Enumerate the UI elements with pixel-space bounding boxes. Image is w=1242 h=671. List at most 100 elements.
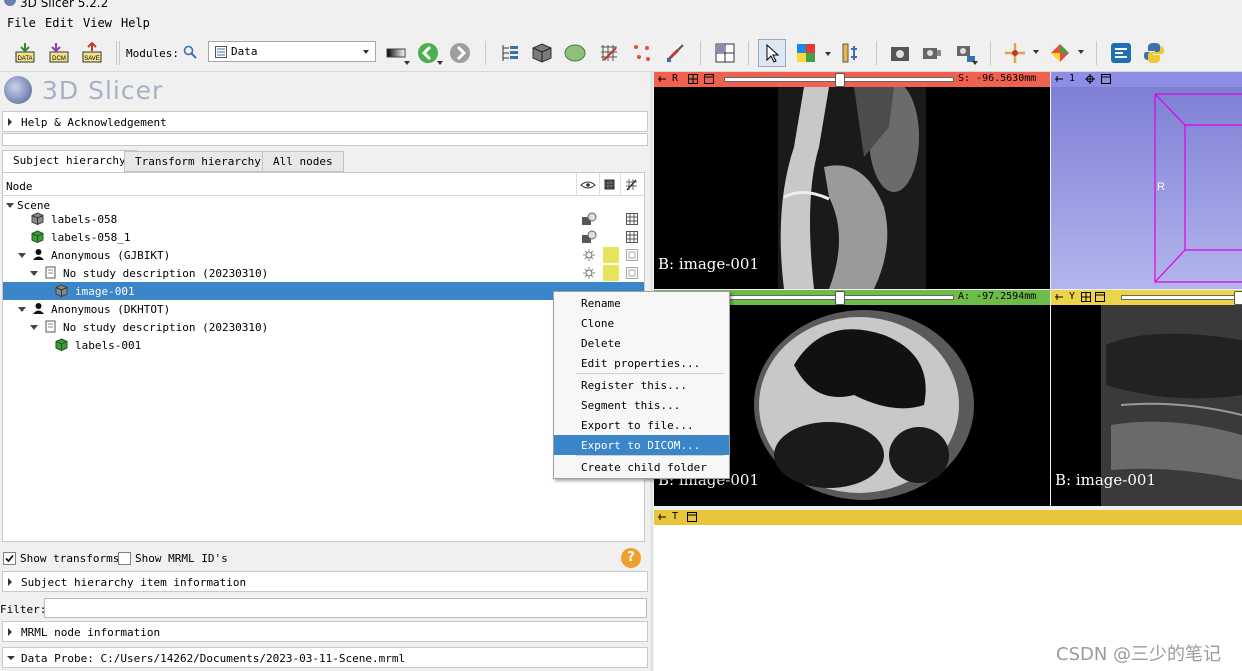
chevron-down-icon[interactable] bbox=[1078, 50, 1084, 54]
node-column-header[interactable]: Node bbox=[6, 180, 33, 193]
module-selector[interactable]: Data bbox=[208, 41, 376, 62]
show-transforms-checkbox[interactable] bbox=[3, 552, 16, 565]
expand-arrow-icon[interactable] bbox=[18, 253, 26, 258]
tab-subject-hierarchy[interactable]: Subject hierarchy bbox=[2, 150, 137, 172]
eye-icon[interactable] bbox=[583, 249, 595, 261]
pin-icon[interactable] bbox=[1054, 292, 1064, 302]
layout-button[interactable] bbox=[712, 40, 738, 66]
extensions-button[interactable] bbox=[1108, 40, 1134, 66]
filter-input[interactable] bbox=[44, 598, 647, 618]
center-icon[interactable] bbox=[1085, 74, 1095, 84]
data-button[interactable] bbox=[497, 40, 523, 66]
chevron-down-icon bbox=[363, 50, 369, 54]
tree-row-image-001[interactable]: image-001 bbox=[3, 282, 644, 300]
color-swatch[interactable] bbox=[603, 265, 619, 281]
screenshot-button[interactable] bbox=[887, 40, 913, 66]
pin-icon[interactable] bbox=[1054, 74, 1064, 84]
volume-icon bbox=[55, 284, 68, 297]
expand-arrow-icon[interactable] bbox=[6, 203, 14, 208]
crosshair-icon bbox=[1005, 43, 1025, 63]
chevron-down-icon[interactable] bbox=[404, 61, 410, 65]
scene-view-button[interactable] bbox=[919, 40, 945, 66]
menu-item-export-to-dicom[interactable]: Export to DICOM... bbox=[554, 435, 729, 455]
chevron-down-icon[interactable] bbox=[1033, 50, 1039, 54]
menu-item-edit-properties[interactable]: Edit properties... bbox=[554, 353, 729, 373]
help-icon[interactable]: ? bbox=[621, 548, 641, 568]
red-slice-handle[interactable] bbox=[835, 73, 845, 87]
expand-arrow-icon[interactable] bbox=[30, 271, 38, 276]
menu-item-delete[interactable]: Delete bbox=[554, 333, 729, 353]
python-console-button[interactable] bbox=[1141, 40, 1167, 66]
load-dicom-button[interactable]: DCM bbox=[46, 40, 72, 66]
menu-item-clone[interactable]: Clone bbox=[554, 313, 729, 333]
chevron-down-icon[interactable] bbox=[825, 52, 831, 56]
ruler-button[interactable] bbox=[838, 40, 864, 66]
tree-row-patient-dkhtot[interactable]: Anonymous (DKHTOT) bbox=[3, 300, 644, 318]
mrml-info-section[interactable]: MRML node information bbox=[2, 621, 648, 642]
crosshair-toggle-button[interactable] bbox=[1002, 40, 1028, 66]
transform-icon[interactable] bbox=[626, 267, 638, 279]
markups-button[interactable] bbox=[629, 40, 655, 66]
eye-icon[interactable] bbox=[580, 181, 596, 189]
pin-icon[interactable] bbox=[657, 512, 667, 522]
segmentation-visibility-icon[interactable] bbox=[581, 230, 597, 244]
menu-item-segment-this[interactable]: Segment this... bbox=[554, 395, 729, 415]
transform-grid-icon[interactable] bbox=[626, 213, 638, 225]
menu-item-create-child-folder[interactable]: Create child folder bbox=[554, 457, 729, 477]
tab-all-nodes[interactable]: All nodes bbox=[262, 151, 344, 172]
load-data-button[interactable]: DATA bbox=[12, 40, 38, 66]
maximize-icon[interactable] bbox=[1101, 74, 1111, 84]
transform-icon[interactable] bbox=[626, 249, 638, 261]
expand-arrow-icon[interactable] bbox=[18, 307, 26, 312]
menu-item-export-to-file[interactable]: Export to file... bbox=[554, 415, 729, 435]
3d-view[interactable]: R bbox=[1051, 87, 1242, 289]
yellow-slice-handle[interactable] bbox=[1234, 291, 1242, 305]
maximize-icon[interactable] bbox=[687, 512, 697, 522]
help-section[interactable]: Help & Acknowledgement bbox=[2, 111, 648, 132]
color-swatch[interactable] bbox=[603, 247, 619, 263]
show-mrml-ids-checkbox[interactable] bbox=[118, 552, 131, 565]
green-slice-handle[interactable] bbox=[835, 291, 845, 305]
pointer-mode-button[interactable] bbox=[758, 39, 786, 67]
item-info-section[interactable]: Subject hierarchy item information bbox=[2, 571, 648, 592]
data-probe-section[interactable]: Data Probe: C:/Users/14262/Documents/202… bbox=[2, 647, 648, 668]
forward-button[interactable] bbox=[447, 40, 473, 66]
maximize-icon[interactable] bbox=[704, 74, 714, 84]
chevron-down-icon[interactable] bbox=[972, 61, 978, 65]
models-button[interactable] bbox=[562, 40, 588, 66]
transform-column-icon[interactable] bbox=[625, 178, 638, 191]
segment-editor-button[interactable] bbox=[662, 40, 688, 66]
menu-item-rename[interactable]: Rename bbox=[554, 293, 729, 313]
tree-row-study-1[interactable]: No study description (20230310) bbox=[3, 264, 644, 282]
module-search-icon[interactable] bbox=[183, 45, 197, 59]
tree-row-study-2[interactable]: No study description (20230310) bbox=[3, 318, 644, 336]
link-icon[interactable] bbox=[688, 74, 698, 84]
tab-transform-hierarchy[interactable]: Transform hierarchy bbox=[124, 151, 272, 172]
crosshair-button[interactable] bbox=[793, 40, 819, 66]
tree-row-labels-058[interactable]: labels-058 bbox=[3, 210, 644, 228]
segmentation-visibility-icon[interactable] bbox=[581, 212, 597, 226]
color-table-icon[interactable] bbox=[604, 179, 615, 190]
red-slice-view[interactable]: B: image-001 bbox=[654, 87, 1050, 289]
expand-arrow-icon[interactable] bbox=[30, 325, 38, 330]
slice-intersections-button[interactable] bbox=[1047, 40, 1073, 66]
volumes-button[interactable] bbox=[529, 40, 555, 66]
tree-row-labels-001[interactable]: labels-001 bbox=[3, 336, 644, 354]
menu-file[interactable]: File bbox=[7, 16, 36, 30]
menu-view[interactable]: View bbox=[83, 16, 112, 30]
transforms-button[interactable] bbox=[596, 40, 622, 66]
save-button[interactable]: SAVE bbox=[79, 40, 105, 66]
yellow-slice-view[interactable]: B: image-001 bbox=[1051, 305, 1242, 506]
pin-icon[interactable] bbox=[657, 74, 667, 84]
tree-row-patient-gjbikt[interactable]: Anonymous (GJBIKT) bbox=[3, 246, 644, 264]
menu-item-register-this[interactable]: Register this... bbox=[554, 375, 729, 395]
chevron-down-icon[interactable] bbox=[437, 61, 443, 65]
transform-grid-icon[interactable] bbox=[626, 231, 638, 243]
menu-edit[interactable]: Edit bbox=[45, 16, 74, 30]
link-icon[interactable] bbox=[1081, 292, 1091, 302]
maximize-icon[interactable] bbox=[1095, 292, 1105, 302]
eye-icon[interactable] bbox=[583, 267, 595, 279]
menu-help[interactable]: Help bbox=[121, 16, 150, 30]
tree-row-labels-058-1[interactable]: labels-058_1 bbox=[3, 228, 644, 246]
yellow-slice-slider[interactable] bbox=[1121, 295, 1238, 300]
